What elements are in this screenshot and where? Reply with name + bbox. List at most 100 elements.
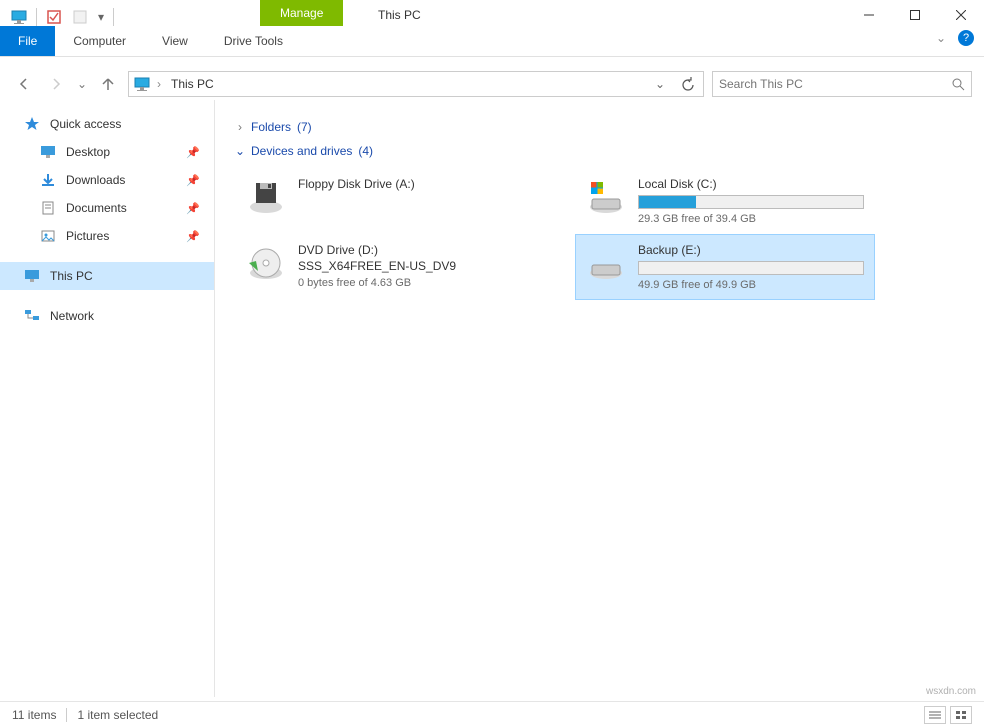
close-button[interactable]	[938, 0, 984, 30]
manage-tab[interactable]: Manage	[260, 0, 343, 26]
tab-drive-tools[interactable]: Drive Tools	[206, 26, 301, 56]
qat-separator	[113, 8, 114, 26]
refresh-button[interactable]	[677, 73, 699, 95]
drive-name: Backup (E:)	[638, 243, 864, 257]
ribbon-tabs: File Computer View Drive Tools	[0, 26, 301, 56]
back-button[interactable]	[12, 72, 36, 96]
star-icon	[24, 116, 40, 132]
ribbon-right: ⌄ ?	[936, 30, 974, 46]
sidebar-item-documents[interactable]: Documents 📌	[0, 194, 214, 222]
sidebar-item-label: Desktop	[66, 145, 110, 159]
nav-row: ⌄ › This PC ⌄	[0, 68, 984, 100]
watermark: wsxdn.com	[926, 686, 976, 697]
this-pc-icon	[24, 268, 40, 284]
section-count: (4)	[358, 144, 373, 158]
properties-icon[interactable]	[43, 6, 65, 28]
view-large-button[interactable]	[950, 706, 972, 724]
dvd-icon	[246, 243, 286, 283]
drive-name: DVD Drive (D:)	[298, 243, 524, 257]
chevron-right-icon: ›	[235, 120, 245, 134]
sidebar-item-downloads[interactable]: Downloads 📌	[0, 166, 214, 194]
pin-icon: 📌	[186, 202, 200, 215]
drive-grid: Floppy Disk Drive (A:) Local Disk (C:) 2…	[235, 168, 964, 300]
local-disk-icon	[586, 243, 626, 283]
new-folder-icon[interactable]	[69, 6, 91, 28]
tab-view[interactable]: View	[144, 26, 206, 56]
section-folders[interactable]: › Folders (7)	[235, 120, 964, 134]
search-input[interactable]	[719, 77, 951, 91]
pin-icon: 📌	[186, 174, 200, 187]
sidebar-this-pc[interactable]: This PC	[0, 262, 214, 290]
drive-free: 29.3 GB free of 39.4 GB	[638, 213, 864, 225]
contextual-tab-group: Manage	[260, 0, 343, 26]
pin-icon: 📌	[186, 146, 200, 159]
sidebar-item-label: This PC	[50, 269, 93, 283]
pin-icon: 📌	[186, 230, 200, 243]
drive-local-c[interactable]: Local Disk (C:) 29.3 GB free of 39.4 GB	[575, 168, 875, 234]
status-bar: 11 items 1 item selected	[0, 701, 984, 727]
address-bar[interactable]: › This PC ⌄	[128, 71, 704, 97]
desktop-icon	[40, 144, 56, 160]
qat-separator	[36, 8, 37, 26]
drive-name: Floppy Disk Drive (A:)	[298, 177, 524, 191]
breadcrumb[interactable]: This PC	[167, 77, 643, 91]
drive-free: 49.9 GB free of 49.9 GB	[638, 279, 864, 291]
drive-name: Local Disk (C:)	[638, 177, 864, 191]
tab-file[interactable]: File	[0, 26, 55, 56]
chevron-down-icon: ⌄	[235, 144, 245, 158]
breadcrumb-chevron-icon[interactable]: ›	[157, 77, 161, 91]
documents-icon	[40, 200, 56, 216]
this-pc-icon	[133, 75, 151, 93]
sidebar-item-label: Network	[50, 309, 94, 323]
ribbon-divider	[0, 56, 984, 57]
section-label: Folders	[251, 120, 291, 134]
title-bar: ▾ Manage This PC File Computer View Driv…	[0, 0, 984, 56]
sidebar-network[interactable]: Network	[0, 302, 214, 330]
up-button[interactable]	[96, 72, 120, 96]
view-details-button[interactable]	[924, 706, 946, 724]
help-icon[interactable]: ?	[958, 30, 974, 46]
ribbon-expand-icon[interactable]: ⌄	[936, 31, 946, 45]
tab-computer[interactable]: Computer	[55, 26, 144, 56]
sidebar-item-label: Documents	[66, 201, 127, 215]
status-separator	[66, 708, 67, 722]
section-count: (7)	[297, 120, 312, 134]
drive-backup-e[interactable]: Backup (E:) 49.9 GB free of 49.9 GB	[575, 234, 875, 300]
content-pane: › Folders (7) ⌄ Devices and drives (4) F…	[215, 100, 984, 697]
downloads-icon	[40, 172, 56, 188]
minimize-button[interactable]	[846, 0, 892, 30]
sidebar-item-label: Pictures	[66, 229, 109, 243]
address-dropdown-icon[interactable]: ⌄	[649, 73, 671, 95]
drive-bar	[638, 261, 864, 275]
explorer-icon[interactable]	[8, 6, 30, 28]
view-toggles	[924, 706, 972, 724]
drive-sub: SSS_X64FREE_EN-US_DV9	[298, 259, 524, 273]
window-title: This PC	[378, 8, 421, 22]
section-drives[interactable]: ⌄ Devices and drives (4)	[235, 144, 964, 158]
sidebar-item-label: Downloads	[66, 173, 125, 187]
status-selected: 1 item selected	[77, 708, 158, 722]
drive-bar	[638, 195, 864, 209]
sidebar: Quick access Desktop 📌 Downloads 📌 Docum…	[0, 100, 215, 697]
drive-bar-fill	[639, 196, 696, 208]
forward-button[interactable]	[44, 72, 68, 96]
search-bar[interactable]	[712, 71, 972, 97]
network-icon	[24, 308, 40, 324]
sidebar-item-pictures[interactable]: Pictures 📌	[0, 222, 214, 250]
sidebar-item-desktop[interactable]: Desktop 📌	[0, 138, 214, 166]
section-label: Devices and drives	[251, 144, 352, 158]
main: Quick access Desktop 📌 Downloads 📌 Docum…	[0, 100, 984, 697]
search-icon[interactable]	[951, 77, 965, 91]
qat-dropdown-icon[interactable]: ▾	[95, 6, 107, 28]
local-disk-icon	[586, 177, 626, 217]
sidebar-quick-access[interactable]: Quick access	[0, 110, 214, 138]
sidebar-item-label: Quick access	[50, 117, 121, 131]
window-controls	[846, 0, 984, 30]
recent-dropdown-icon[interactable]: ⌄	[76, 72, 88, 96]
drive-dvd-d[interactable]: DVD Drive (D:) SSS_X64FREE_EN-US_DV9 0 b…	[235, 234, 535, 300]
floppy-icon	[246, 177, 286, 217]
pictures-icon	[40, 228, 56, 244]
drive-floppy-a[interactable]: Floppy Disk Drive (A:)	[235, 168, 535, 234]
drive-free: 0 bytes free of 4.63 GB	[298, 277, 524, 289]
maximize-button[interactable]	[892, 0, 938, 30]
